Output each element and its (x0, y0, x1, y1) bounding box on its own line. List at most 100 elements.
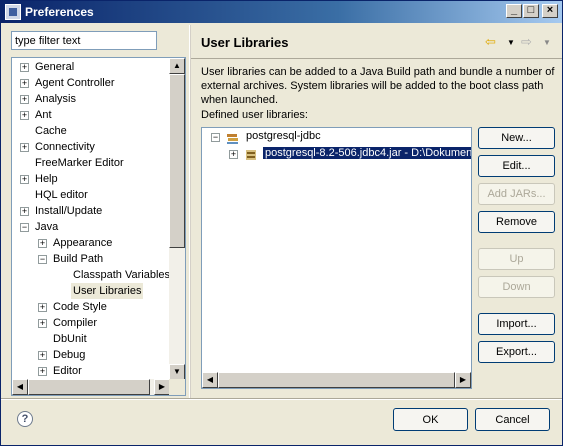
tree-item[interactable]: + Compiler (12, 315, 170, 331)
tree-item-label[interactable]: Classpath Variables (71, 267, 172, 283)
scroll-right-arrow-icon[interactable]: ▶ (154, 379, 170, 395)
expand-icon[interactable]: + (20, 143, 29, 152)
collapse-icon[interactable]: − (211, 133, 220, 142)
tree-item[interactable]: + Help (12, 171, 170, 187)
expand-icon[interactable]: + (20, 111, 29, 120)
tree-item[interactable]: + Install/Update (12, 203, 170, 219)
expand-icon[interactable]: + (20, 63, 29, 72)
tree-item-label[interactable]: Connectivity (33, 139, 97, 155)
tree-item-label[interactable]: Cache (33, 123, 69, 139)
expand-icon[interactable]: + (20, 207, 29, 216)
tree-item-label[interactable]: DbUnit (51, 331, 89, 347)
preferences-dialog: Preferences _ □ × + General + Agent Control… (0, 0, 563, 446)
preference-tree: + General + Agent Controller + Analysis + Ant Ca… (11, 57, 186, 396)
add-jars-button[interactable]: Add JARs... (478, 183, 555, 205)
tree-item[interactable]: Classpath Variables (12, 267, 170, 283)
expand-icon[interactable]: + (38, 303, 47, 312)
expand-icon[interactable]: + (38, 351, 47, 360)
tree-item[interactable]: + Appearance (12, 235, 170, 251)
tree-item-label[interactable]: Agent Controller (33, 75, 117, 91)
tree-item-label[interactable]: Ant (33, 107, 54, 123)
tree-item[interactable]: + Agent Controller (12, 75, 170, 91)
forward-menu-chevron-down-icon[interactable]: ▼ (543, 38, 551, 47)
filter-input[interactable] (11, 31, 157, 50)
defined-libraries-label: Defined user libraries: (201, 109, 308, 121)
collapse-icon[interactable]: − (20, 223, 29, 232)
tree-item[interactable]: + Connectivity (12, 139, 170, 155)
tree-item-label[interactable]: Install/Update (33, 203, 104, 219)
tree-item-label[interactable]: General (33, 59, 76, 75)
new-button[interactable]: New... (478, 127, 555, 149)
tree-item-label[interactable]: Java (33, 219, 60, 235)
tree-item-label[interactable]: Editor (51, 363, 84, 379)
collapse-icon[interactable]: − (38, 255, 47, 264)
remove-button[interactable]: Remove (478, 211, 555, 233)
tree-item-label[interactable]: Build Path (51, 251, 105, 267)
cancel-button[interactable]: Cancel (475, 408, 550, 431)
pane-divider[interactable] (189, 25, 191, 399)
jar-icon (246, 150, 256, 160)
eclipse-window-icon (5, 4, 21, 20)
tree-item-label[interactable]: Compiler (51, 315, 99, 331)
forward-arrow-icon[interactable]: ⇨ (521, 34, 532, 50)
scroll-right-arrow-icon[interactable]: ▶ (455, 372, 471, 388)
tree-item-label[interactable]: FreeMarker Editor (33, 155, 126, 171)
expand-icon[interactable]: + (38, 367, 47, 376)
tree-item[interactable]: − Build Path (12, 251, 170, 267)
tree-item[interactable]: + Code Style (12, 299, 170, 315)
tree-item-label[interactable]: Help (33, 171, 60, 187)
scroll-up-arrow-icon[interactable]: ▲ (169, 58, 185, 74)
scroll-thumb-horizontal[interactable] (28, 379, 150, 395)
expand-icon[interactable]: + (20, 79, 29, 88)
down-button[interactable]: Down (478, 276, 555, 298)
scroll-thumb[interactable] (169, 74, 185, 248)
expand-icon[interactable]: + (38, 319, 47, 328)
scroll-left-arrow-icon[interactable]: ◀ (202, 372, 218, 388)
scroll-thumb-horizontal[interactable] (218, 372, 455, 388)
page-header: User Libraries ⇦ ▼ ⇨ ▼ (191, 25, 562, 59)
tree-item-label[interactable]: Analysis (33, 91, 78, 107)
tree-item-label[interactable]: Debug (51, 347, 87, 363)
expand-icon[interactable]: + (229, 150, 238, 159)
scrollbar-corner (169, 379, 185, 395)
jar-item-postgresql-8.2[interactable]: postgresql-8.2-506.jdbc4.jar - D:\Dokume… (263, 147, 471, 159)
help-icon[interactable]: ? (17, 411, 33, 427)
tree-item[interactable]: User Libraries (12, 283, 170, 299)
tree-item[interactable]: HQL editor (12, 187, 170, 203)
scroll-left-arrow-icon[interactable]: ◀ (12, 379, 28, 395)
ok-button[interactable]: OK (393, 408, 468, 431)
close-button[interactable]: × (542, 4, 558, 18)
library-icon (227, 134, 238, 144)
tree-item[interactable]: Cache (12, 123, 170, 139)
title-bar[interactable]: Preferences _ □ × (1, 1, 562, 23)
scroll-down-arrow-icon[interactable]: ▼ (169, 364, 185, 380)
tree-item-label[interactable]: Code Style (51, 299, 109, 315)
back-menu-chevron-down-icon[interactable]: ▼ (507, 38, 515, 47)
export-button[interactable]: Export... (478, 341, 555, 363)
back-arrow-icon[interactable]: ⇦ (485, 34, 496, 50)
import-button[interactable]: Import... (478, 313, 555, 335)
expand-icon[interactable]: + (20, 175, 29, 184)
tree-item-label[interactable]: Appearance (51, 235, 114, 251)
up-button[interactable]: Up (478, 248, 555, 270)
minimize-button[interactable]: _ (506, 4, 522, 18)
expand-icon[interactable]: + (38, 239, 47, 248)
maximize-button[interactable]: □ (523, 4, 539, 18)
tree-vertical-scrollbar[interactable]: ▲ ▼ (169, 58, 185, 380)
tree-item[interactable]: + Debug (12, 347, 170, 363)
tree-item-label[interactable]: HQL editor (33, 187, 90, 203)
tree-horizontal-scrollbar[interactable]: ◀ ▶ (12, 379, 170, 395)
libraries-horizontal-scrollbar[interactable]: ◀ ▶ (202, 372, 471, 388)
user-libraries-tree: − postgresql-jdbc + postgresql-8.2-506.j… (201, 127, 472, 389)
tree-item[interactable]: + General (12, 59, 170, 75)
tree-item[interactable]: + Editor (12, 363, 170, 379)
tree-item-label[interactable]: User Libraries (71, 283, 144, 299)
tree-item[interactable]: DbUnit (12, 331, 170, 347)
tree-item[interactable]: FreeMarker Editor (12, 155, 170, 171)
tree-item[interactable]: + Analysis (12, 91, 170, 107)
expand-icon[interactable]: + (20, 95, 29, 104)
library-item-postgresql-jdbc[interactable]: postgresql-jdbc (244, 130, 323, 142)
tree-item[interactable]: − Java (12, 219, 170, 235)
edit-button[interactable]: Edit... (478, 155, 555, 177)
tree-item[interactable]: + Ant (12, 107, 170, 123)
